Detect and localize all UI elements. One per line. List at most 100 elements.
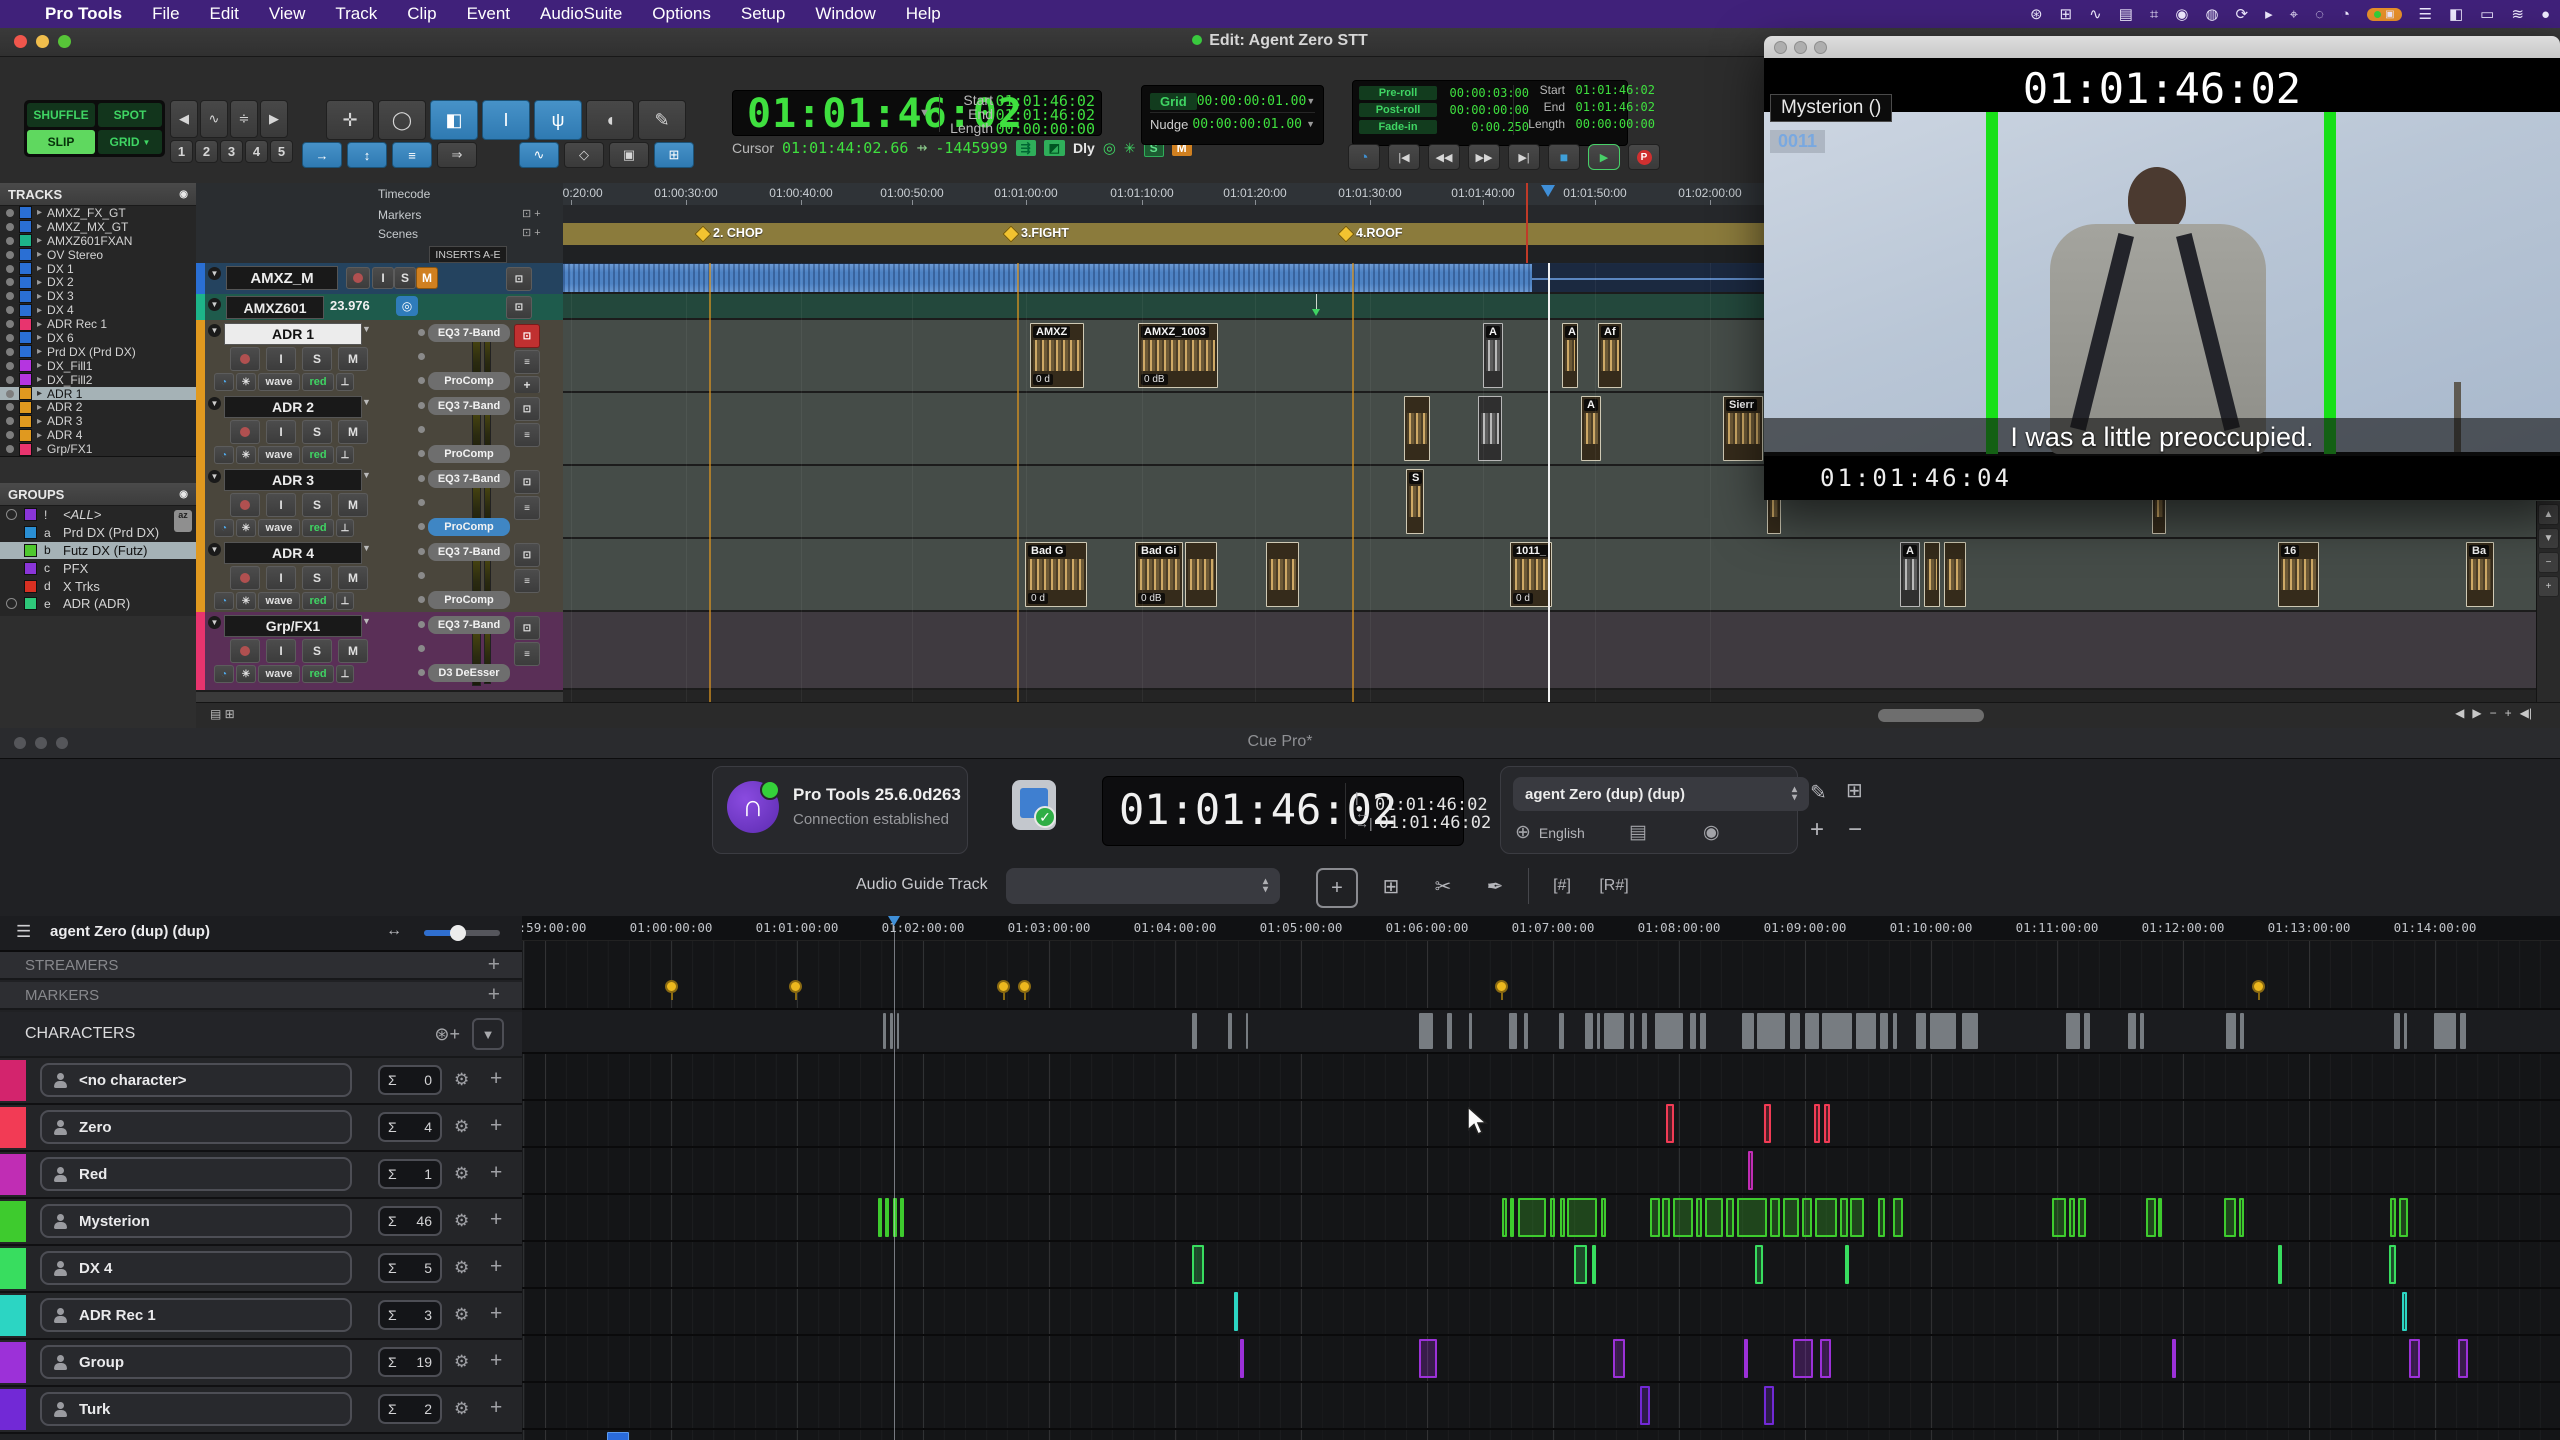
mute-button[interactable]: M [338, 347, 368, 371]
overview-cue-bar[interactable] [1447, 1013, 1452, 1049]
overview-cue-bar[interactable] [1962, 1013, 1978, 1049]
track-height-icon[interactable]: ≑ [230, 100, 258, 138]
menu-item-options[interactable]: Options [637, 0, 726, 28]
overview-cue-bar[interactable] [883, 1013, 886, 1049]
solo-button[interactable]: S [302, 566, 332, 590]
menu-item-window[interactable]: Window [800, 0, 890, 28]
input-monitor-button[interactable]: I [266, 420, 296, 444]
cue-clip[interactable] [1793, 1339, 1813, 1378]
cue-pro-titlebar[interactable]: Cue Pro* [0, 728, 2560, 759]
cue-clip[interactable] [1748, 1151, 1753, 1190]
overview-cue-bar[interactable] [1192, 1013, 1197, 1049]
sidebar-track-dx-fill2[interactable]: ▸DX_Fill2 [0, 373, 196, 387]
cue-marker[interactable] [2252, 980, 2265, 993]
track-show-dot[interactable] [6, 348, 14, 356]
link-track-selection-button[interactable]: ⊞ [654, 142, 694, 168]
slider-thumb[interactable] [450, 925, 466, 941]
elastic-icon[interactable]: ✳ [236, 519, 256, 537]
audio-clip-1011-[interactable]: 1011_0 d [1510, 542, 1552, 607]
cue-clip[interactable] [607, 1432, 629, 1440]
collapse-icon[interactable]: ▼ [208, 267, 221, 280]
cue-clip[interactable] [1592, 1245, 1596, 1284]
elastic-audio-icon[interactable]: ⇶ [1016, 140, 1036, 156]
group-c[interactable]: cPFX [0, 559, 196, 577]
add-cue-for-character-button[interactable]: + [490, 1208, 502, 1232]
overview-cue-bar[interactable] [1790, 1013, 1800, 1049]
zoom-preset-3[interactable]: 3 [220, 140, 243, 163]
character-count-box[interactable]: Σ1 [378, 1159, 442, 1189]
comments-button[interactable]: ≡ [514, 496, 540, 520]
cue-clip[interactable] [1574, 1245, 1587, 1284]
control-center-icon[interactable]: ◧ [2449, 5, 2463, 23]
insert-procomp[interactable]: ProComp [428, 591, 510, 609]
video-minimize-button[interactable] [1794, 41, 1807, 54]
overview-cue-bar[interactable] [1690, 1013, 1696, 1049]
cue-clip[interactable] [1560, 1198, 1565, 1237]
cue-clip[interactable] [1550, 1198, 1555, 1237]
insert-procomp[interactable]: ProComp [428, 445, 510, 463]
record-indicator[interactable]: ▣ [2367, 8, 2401, 21]
sidebar-track-prd-dx-prd-dx-[interactable]: ▸Prd DX (Prd DX) [0, 345, 196, 359]
zoom-preset-1[interactable]: 1 [170, 140, 193, 163]
wifi-icon[interactable]: ≋ [2511, 5, 2524, 23]
record-enable-button[interactable] [230, 420, 260, 444]
track-name[interactable]: AMXZ601 [226, 296, 324, 319]
target-icon[interactable]: ⌖ [2290, 6, 2298, 23]
sidebar-track-amxz601fxan[interactable]: ▸AMXZ601FXAN [0, 234, 196, 248]
menu-item-clip[interactable]: Clip [392, 0, 451, 28]
cue-row-group[interactable] [522, 1336, 2560, 1383]
zoom-preset-2[interactable]: 2 [195, 140, 218, 163]
cue-clip[interactable] [2078, 1198, 2086, 1237]
track-lane-grpfx1[interactable] [563, 612, 2560, 690]
layered-edit-button[interactable]: ≡ [392, 142, 432, 168]
collapse-icon[interactable]: ▼ [208, 324, 221, 337]
hscroll-buttons[interactable]: ◀▶−+◀| [2455, 706, 2532, 720]
cue-row-dx-4[interactable] [522, 1242, 2560, 1289]
track-show-dot[interactable] [6, 292, 14, 300]
sidebar-track-adr-rec-1[interactable]: ▸ADR Rec 1 [0, 317, 196, 331]
character-row-group[interactable]: GroupΣ19⚙+ [0, 1340, 522, 1387]
cue-clip[interactable] [2409, 1339, 2420, 1378]
track-name[interactable]: ADR 1 [224, 323, 362, 345]
track-show-dot[interactable] [6, 251, 14, 259]
magnifier-tool[interactable]: ◯ [378, 100, 426, 140]
groups-panel-header[interactable]: GROUPS◉ [0, 483, 196, 506]
solo-button[interactable]: S [302, 420, 332, 444]
video-sync-button[interactable]: ◎ [396, 296, 418, 316]
sidebar-track-dx-fill1[interactable]: ▸DX_Fill1 [0, 359, 196, 373]
cue-clip[interactable] [1893, 1198, 1903, 1237]
record-safe-button[interactable]: ⊡ [514, 397, 540, 421]
cue-clip[interactable] [2278, 1245, 2282, 1284]
scenes-ruler-label[interactable]: Scenes [378, 227, 418, 241]
character-name-field[interactable]: Red [40, 1157, 352, 1191]
audio-clip-a[interactable]: A [1900, 542, 1920, 607]
elastic-icon[interactable]: ✳ [236, 446, 256, 464]
add-cue-for-character-button[interactable]: + [490, 1302, 502, 1326]
scroll-left-button[interactable]: ◀ [2455, 706, 2464, 720]
overview-cue-bar[interactable] [1585, 1013, 1593, 1049]
overview-cue-bar[interactable] [2460, 1013, 2466, 1049]
overview-cue-bar[interactable] [1642, 1013, 1647, 1049]
scroll-left-glyphs[interactable]: ▤ ⊞ [210, 707, 235, 721]
insert-power-dot[interactable] [418, 523, 425, 530]
cue-clip[interactable] [1640, 1386, 1650, 1425]
elastic-icon[interactable]: ✳ [236, 373, 256, 391]
cue-clip[interactable] [1666, 1104, 1674, 1143]
overview-cue-bar[interactable] [2434, 1013, 2456, 1049]
filter-characters-button[interactable]: ▼ [472, 1018, 504, 1050]
track-height-plus-button[interactable]: + [2538, 576, 2559, 597]
sidebar-track-grp-fx1[interactable]: ▸Grp/FX1 [0, 442, 196, 456]
input-monitor-button[interactable]: I [266, 493, 296, 517]
globe-icon[interactable]: ◍ [2205, 5, 2218, 23]
post-roll-value[interactable]: 00:00:00:00 [1443, 103, 1529, 117]
mute-button[interactable]: M [338, 639, 368, 663]
duplicate-cue-button[interactable]: ⊞ [1372, 868, 1410, 904]
group-d[interactable]: dX Trks [0, 577, 196, 595]
sidebar-track-amxz-fx-gt[interactable]: ▸AMXZ_FX_GT [0, 206, 196, 220]
insert-eq3-7-band[interactable]: EQ3 7-Band [428, 616, 510, 634]
overview-cue-bar[interactable] [1228, 1013, 1232, 1049]
pre-roll-button[interactable]: Pre-roll [1359, 86, 1437, 100]
delay-compensation-icon[interactable]: ◎ [1103, 139, 1116, 157]
collapse-icon[interactable]: ▼ [208, 298, 221, 311]
apps-grid-icon[interactable]: ⊞ [2060, 5, 2073, 23]
